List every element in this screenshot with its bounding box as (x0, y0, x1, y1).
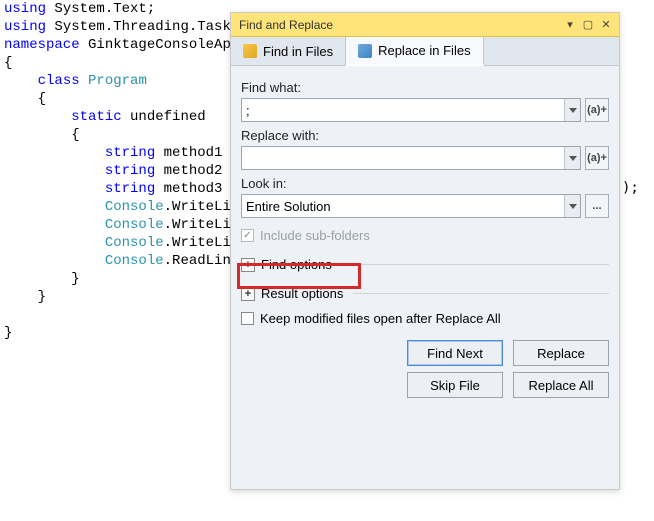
checkbox-icon (241, 229, 254, 242)
close-icon[interactable]: ✕ (597, 17, 615, 33)
tab-replace-in-files[interactable]: Replace in Files (346, 37, 484, 66)
expression-builder-button[interactable]: (a)+ (585, 98, 609, 122)
find-what-label: Find what: (241, 80, 609, 95)
look-in-select[interactable]: Entire Solution (241, 194, 581, 218)
skip-file-button[interactable]: Skip File (407, 372, 503, 398)
keep-modified-checkbox[interactable]: Keep modified files open after Replace A… (241, 311, 609, 326)
find-next-button[interactable]: Find Next (407, 340, 503, 366)
window-options-icon[interactable]: ▾ (561, 17, 579, 33)
replace-with-input[interactable] (241, 146, 581, 170)
section-label: Result options (261, 286, 343, 301)
browse-button[interactable]: ... (585, 194, 609, 218)
expand-icon[interactable]: + (241, 258, 255, 272)
replace-button[interactable]: Replace (513, 340, 609, 366)
dialog-body: Find what: ; (a)+ Replace with: (a)+ Loo… (231, 66, 619, 489)
checkbox-label: Keep modified files open after Replace A… (260, 311, 501, 326)
expand-icon[interactable]: + (241, 287, 255, 301)
find-what-value: ; (246, 103, 250, 118)
find-icon (243, 44, 257, 58)
chevron-down-icon[interactable] (564, 195, 580, 217)
include-subfolders-checkbox: Include sub-folders (241, 228, 609, 243)
titlebar: Find and Replace ▾ ▢ ✕ (231, 13, 619, 37)
tab-label: Find in Files (263, 44, 333, 59)
dialog-title: Find and Replace (235, 18, 561, 32)
tab-find-in-files[interactable]: Find in Files (231, 37, 346, 65)
replace-with-label: Replace with: (241, 128, 609, 143)
chevron-down-icon[interactable] (564, 147, 580, 169)
find-replace-dialog: Find and Replace ▾ ▢ ✕ Find in Files Rep… (230, 12, 620, 490)
replace-icon (358, 44, 372, 58)
section-label: Find options (261, 257, 332, 272)
code-fragment: ); (622, 180, 639, 196)
maximize-icon[interactable]: ▢ (579, 17, 597, 33)
look-in-value: Entire Solution (246, 199, 331, 214)
tab-strip: Find in Files Replace in Files (231, 37, 619, 66)
result-options-section[interactable]: + Result options (241, 286, 609, 301)
checkbox-label: Include sub-folders (260, 228, 370, 243)
find-options-section[interactable]: + Find options (241, 257, 609, 272)
checkbox-icon (241, 312, 254, 325)
look-in-label: Look in: (241, 176, 609, 191)
find-what-input[interactable]: ; (241, 98, 581, 122)
expression-builder-button[interactable]: (a)+ (585, 146, 609, 170)
chevron-down-icon[interactable] (564, 99, 580, 121)
replace-all-button[interactable]: Replace All (513, 372, 609, 398)
tab-label: Replace in Files (378, 43, 471, 58)
